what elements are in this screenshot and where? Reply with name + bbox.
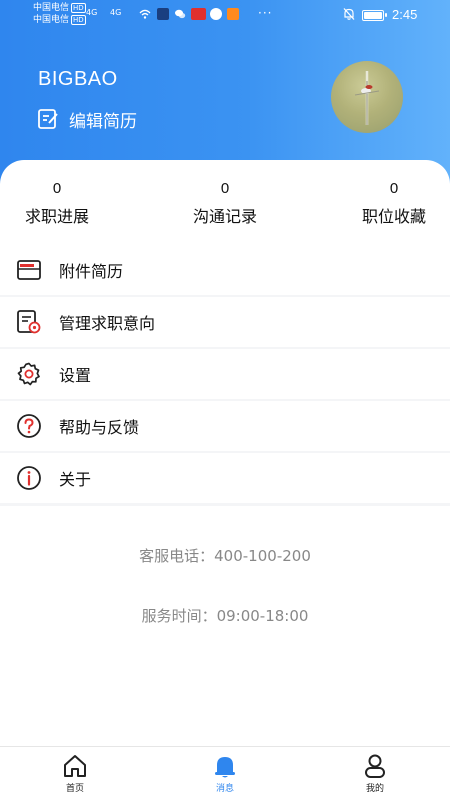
folder-icon bbox=[17, 260, 41, 280]
tab-messages[interactable]: 消息 bbox=[185, 747, 265, 800]
avatar[interactable] bbox=[331, 61, 403, 133]
edit-icon bbox=[38, 109, 58, 129]
tab-home[interactable]: 首页 bbox=[35, 747, 115, 800]
gear-icon bbox=[17, 362, 40, 386]
battery-icon bbox=[362, 10, 387, 21]
bell-off-icon bbox=[343, 8, 355, 20]
menu-item-settings[interactable]: 设置 bbox=[0, 349, 450, 399]
wechat-icon bbox=[175, 9, 186, 19]
menu-item-label: 设置 bbox=[59, 366, 92, 385]
clock: 2:45 bbox=[392, 7, 418, 22]
stat-communication-records[interactable]: 0 沟通记录 bbox=[170, 180, 280, 227]
home-icon bbox=[64, 755, 86, 777]
status-bar: 中国电信 HD 中国电信 HD 4G 4G ··· 2:45 bbox=[0, 0, 450, 30]
info-icon bbox=[17, 466, 41, 490]
carrier-2: 中国电信 HD bbox=[33, 15, 86, 25]
stat-label: 职位收藏 bbox=[361, 207, 426, 226]
app-icon bbox=[210, 8, 222, 20]
more-notifications-icon: ··· bbox=[258, 6, 273, 20]
stat-label: 求职进展 bbox=[24, 207, 89, 226]
edit-resume-label: 编辑简历 bbox=[69, 111, 137, 132]
toutiao-icon bbox=[191, 8, 206, 20]
username: BIGBAO bbox=[38, 68, 118, 90]
menu-item-about[interactable]: 关于 bbox=[0, 453, 450, 503]
menu-list: 附件简历 管理求职意向 设置 帮助与反馈 关于 bbox=[0, 245, 450, 505]
tab-label: 首页 bbox=[65, 784, 84, 794]
tab-label: 消息 bbox=[215, 784, 234, 794]
stats-card: 0 求职进展 0 沟通记录 0 职位收藏 bbox=[0, 160, 450, 245]
stat-job-favorites[interactable]: 0 职位收藏 bbox=[339, 180, 449, 227]
video-icon bbox=[227, 8, 239, 20]
menu-item-label: 管理求职意向 bbox=[59, 314, 156, 333]
tab-label: 我的 bbox=[365, 784, 384, 794]
contact-info: 客服电话：400-100-200 服务时间：09:00-18:00 bbox=[0, 506, 450, 746]
bottom-tab-bar: 首页 消息 我的 bbox=[0, 746, 450, 800]
stat-label: 沟通记录 bbox=[192, 207, 257, 226]
carrier-1: 中国电信 HD bbox=[33, 3, 86, 13]
menu-item-label: 帮助与反馈 bbox=[59, 418, 140, 437]
wifi-icon bbox=[139, 9, 151, 19]
user-icon bbox=[365, 754, 385, 778]
document-settings-icon bbox=[17, 310, 41, 334]
app-icon bbox=[157, 8, 169, 20]
service-hours: 服务时间：09:00-18:00 bbox=[141, 607, 309, 625]
menu-item-label: 关于 bbox=[59, 470, 92, 489]
menu-item-job-intention[interactable]: 管理求职意向 bbox=[0, 297, 450, 347]
customer-service-phone: 客服电话：400-100-200 bbox=[139, 547, 311, 565]
menu-item-label: 附件简历 bbox=[59, 262, 124, 281]
avatar-image bbox=[331, 61, 403, 133]
signal-icon: 4G bbox=[110, 8, 122, 17]
signal-icon: 4G bbox=[86, 8, 98, 17]
menu-item-attachment-resume[interactable]: 附件简历 bbox=[0, 245, 450, 295]
stat-count: 0 bbox=[52, 180, 62, 197]
edit-resume-button[interactable]: 编辑简历 bbox=[37, 107, 137, 132]
tab-mine[interactable]: 我的 bbox=[335, 747, 415, 800]
help-icon bbox=[17, 414, 41, 438]
stat-job-progress[interactable]: 0 求职进展 bbox=[2, 180, 112, 227]
stat-count: 0 bbox=[389, 180, 399, 197]
bell-icon bbox=[215, 757, 235, 778]
stat-count: 0 bbox=[220, 180, 230, 197]
menu-item-help-feedback[interactable]: 帮助与反馈 bbox=[0, 401, 450, 451]
